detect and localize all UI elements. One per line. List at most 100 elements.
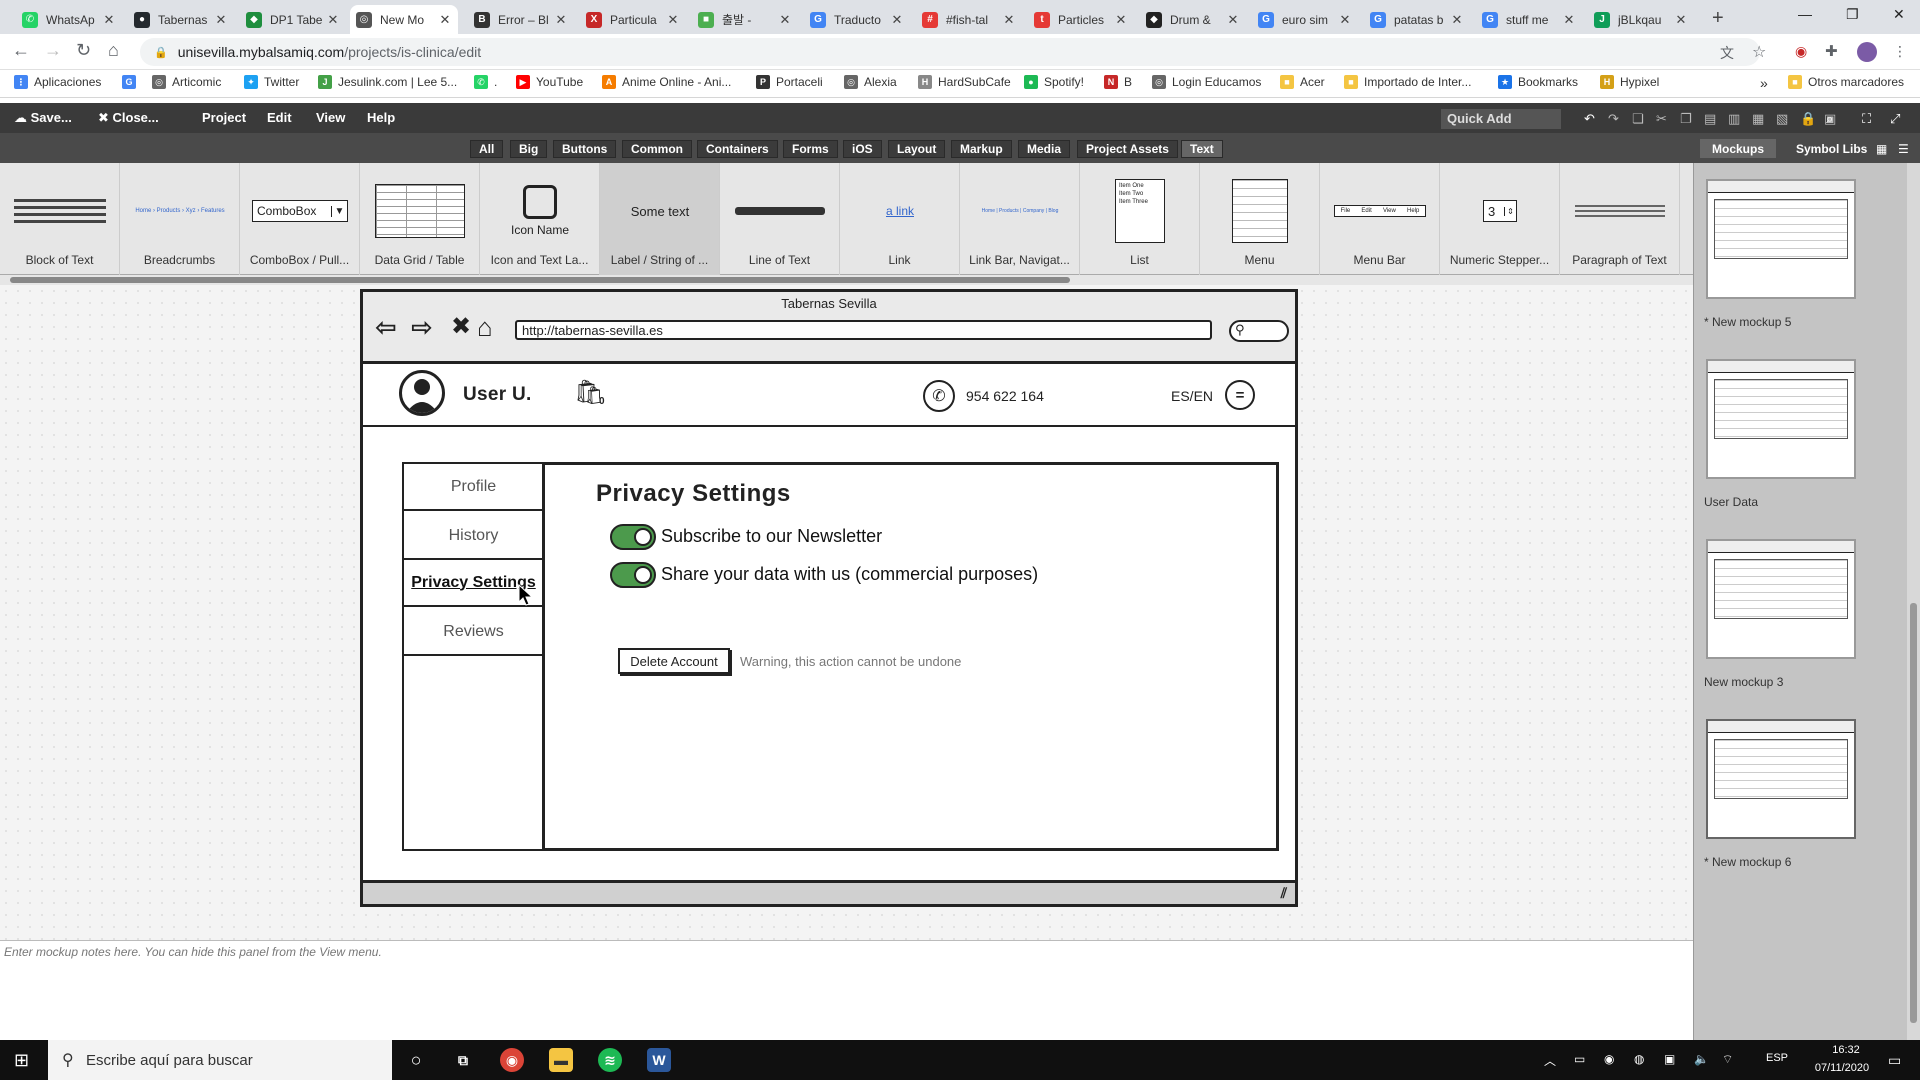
windows-start-icon[interactable]: ⊞	[14, 1050, 29, 1071]
fullscreen-icon[interactable]: ⤢	[1890, 111, 1904, 126]
tray-antivirus-icon[interactable]: ◉	[1604, 1052, 1614, 1066]
category-tab[interactable]: Buttons	[553, 140, 617, 158]
library-scrollbar-thumb[interactable]	[10, 277, 1070, 283]
category-tab[interactable]: Common	[622, 140, 692, 158]
tab-close-icon[interactable]: ✕	[1002, 12, 1016, 28]
tray-wifi-icon[interactable]: ⌔	[1722, 1052, 1733, 1067]
bookmark-item[interactable]: G	[122, 75, 142, 89]
profile-avatar[interactable]	[1857, 42, 1877, 62]
library-item[interactable]: ComboBox ▼ ComboBox / Pull...	[240, 163, 360, 275]
library-item[interactable]: Paragraph of Text	[1560, 163, 1680, 275]
present-icon[interactable]: ⛶	[1862, 111, 1876, 126]
bookmarks-more[interactable]: »	[1760, 75, 1768, 91]
quick-add-input[interactable]: Quick Add	[1441, 109, 1561, 129]
tab-close-icon[interactable]: ✕	[438, 12, 452, 28]
tray-volume-icon[interactable]: 🔈	[1694, 1052, 1709, 1066]
menu-edit[interactable]: Edit	[267, 110, 292, 125]
menu-help[interactable]: Help	[367, 110, 395, 125]
tab-close-icon[interactable]: ✕	[1674, 12, 1688, 28]
browser-tab[interactable]: # #fish-tal ✕	[916, 5, 1022, 34]
tray-chevron-icon[interactable]: ︿	[1544, 1052, 1556, 1069]
search-icon[interactable]: ⌕	[1826, 111, 1840, 126]
tab-close-icon[interactable]: ✕	[326, 12, 340, 28]
address-bar[interactable]: 🔒 unisevilla.mybalsamiq.com/projects/is-…	[140, 38, 1760, 66]
chrome-taskbar-icon[interactable]: ◉	[500, 1048, 524, 1072]
library-item[interactable]: Some text Label / String of ...	[600, 163, 720, 275]
browser-tab[interactable]: JjBLkqau ✕	[1588, 5, 1694, 34]
bookmark-item[interactable]: NB	[1104, 75, 1132, 89]
group-icon[interactable]: ▦	[1752, 111, 1766, 126]
new-tab-button[interactable]: +	[1712, 7, 1724, 30]
tray-app-icon[interactable]: ◍	[1634, 1052, 1644, 1066]
taskbar-search-input[interactable]: ⚲ Escribe aquí para buscar	[48, 1040, 392, 1080]
browser-tab[interactable]: ■ 출발 - ✕	[692, 5, 798, 34]
mockups-panel-scrollbar[interactable]	[1907, 163, 1920, 1040]
tray-time[interactable]: 16:32	[1816, 1044, 1876, 1056]
task-view-icon[interactable]: ⧉	[451, 1048, 475, 1072]
translate-icon[interactable]: ⽂	[1720, 43, 1734, 63]
grid-view-icon[interactable]: ▦	[1874, 139, 1889, 158]
library-item[interactable]: 3 ⇕ Numeric Stepper...	[1440, 163, 1560, 275]
browser-tab[interactable]: ● Tabernas ✕	[128, 5, 234, 34]
tray-language[interactable]: ESP	[1766, 1052, 1788, 1064]
bookmark-item[interactable]: ✆.	[474, 75, 497, 89]
library-item[interactable]: Item One Item Two Item Three List	[1080, 163, 1200, 275]
library-item[interactable]: Data Grid / Table	[360, 163, 480, 275]
browser-tab[interactable]: Gstuff me ✕	[1476, 5, 1582, 34]
tray-date[interactable]: 07/11/2020	[1802, 1062, 1882, 1074]
browser-tab[interactable]: G Traducto ✕	[804, 5, 910, 34]
delete-icon[interactable]: ▥	[1728, 111, 1742, 126]
cortana-icon[interactable]: ○	[404, 1048, 428, 1072]
tab-close-icon[interactable]: ✕	[1562, 12, 1576, 28]
lock-icon[interactable]: 🔒	[1800, 111, 1816, 126]
paste-icon[interactable]: ▤	[1704, 111, 1718, 126]
bookmark-item[interactable]: ◎ Login Educamos	[1152, 75, 1261, 89]
menu-project[interactable]: Project	[202, 110, 246, 125]
bookmark-item[interactable]: ▶ YouTube	[516, 75, 583, 89]
home-icon[interactable]: ⌂	[108, 40, 119, 61]
library-item[interactable]: a link Link	[840, 163, 960, 275]
category-tab[interactable]: Media	[1018, 140, 1071, 158]
minimize-button[interactable]: —	[1798, 6, 1812, 22]
browser-tab[interactable]: ✆ WhatsAp ✕	[16, 5, 122, 34]
bookmark-item[interactable]: P Portaceli	[756, 75, 823, 89]
category-tab[interactable]: Containers	[697, 140, 778, 158]
category-tab[interactable]: Forms	[783, 140, 838, 158]
tray-display-icon[interactable]: ▣	[1664, 1052, 1675, 1066]
close-button[interactable]: ✖ Close...	[98, 110, 159, 126]
library-scrollbar[interactable]	[0, 275, 1693, 285]
mockup-thumbnail[interactable]	[1706, 179, 1856, 299]
browser-tab[interactable]: ◆ DP1 Tabe ✕	[240, 5, 346, 34]
mockup-thumbnail[interactable]	[1706, 719, 1856, 839]
mockup-thumbnail[interactable]	[1706, 359, 1856, 479]
undo-icon[interactable]: ↶	[1584, 111, 1598, 126]
browser-tab[interactable]: X Particula ✕	[580, 5, 686, 34]
library-item[interactable]: Line of Text	[720, 163, 840, 275]
list-view-icon[interactable]: ☰	[1896, 139, 1911, 158]
file-explorer-icon[interactable]: ▬	[549, 1048, 573, 1072]
tab-close-icon[interactable]: ✕	[1114, 12, 1128, 28]
menu-view[interactable]: View	[316, 110, 345, 125]
bookmark-item[interactable]: ⋮ Aplicaciones	[14, 75, 101, 89]
tab-close-icon[interactable]: ✕	[890, 12, 904, 28]
close-window-button[interactable]: ✕	[1893, 6, 1905, 23]
browser-tab[interactable]: t Particles ✕	[1028, 5, 1134, 34]
category-tab[interactable]: All	[470, 140, 504, 158]
category-tab[interactable]: Big	[510, 140, 548, 158]
library-item[interactable]: Icon Name Icon and Text La...	[480, 163, 600, 275]
tab-close-icon[interactable]: ✕	[1226, 12, 1240, 28]
save-button[interactable]: ☁ Save...	[14, 110, 72, 126]
bookmark-item[interactable]: H HardSubCafe	[918, 75, 1011, 89]
bookmark-item[interactable]: ✦ Twitter	[244, 75, 299, 89]
tab-mockups[interactable]: Mockups	[1700, 139, 1777, 158]
puzzle-icon[interactable]: ✚	[1825, 42, 1838, 60]
tab-close-icon[interactable]: ✕	[1450, 12, 1464, 28]
category-tab[interactable]: Markup	[951, 140, 1012, 158]
extension-icon[interactable]: ◉	[1795, 43, 1807, 60]
star-icon[interactable]: ☆	[1752, 42, 1766, 62]
browser-tab[interactable]: ◎ New Mo ✕	[350, 5, 458, 34]
category-tab[interactable]: iOS	[843, 140, 882, 158]
category-tab[interactable]: Text	[1181, 140, 1223, 158]
browser-tab[interactable]: B Error – Bl ✕	[468, 5, 574, 34]
bookmark-item[interactable]: ● Spotify!	[1024, 75, 1084, 89]
